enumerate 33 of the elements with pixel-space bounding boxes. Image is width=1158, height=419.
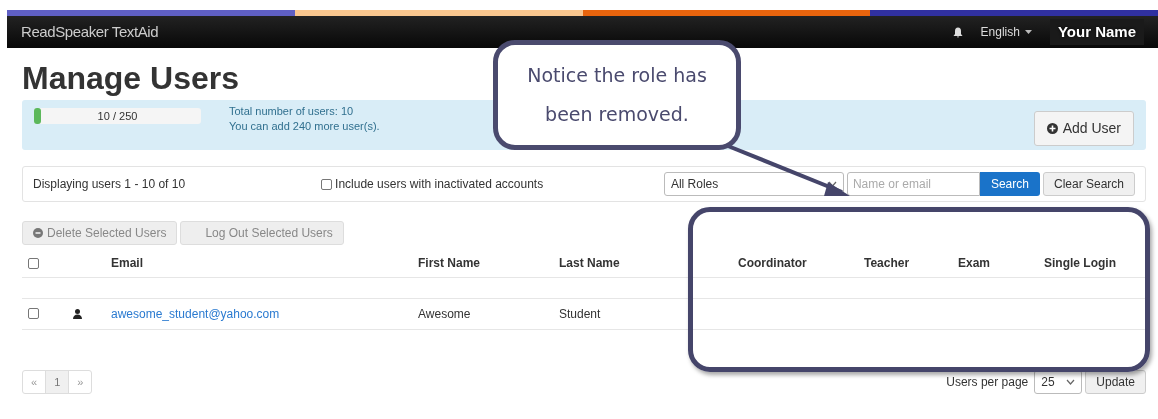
- table-cell: Awesome: [418, 306, 471, 321]
- remaining-users-text: You can add 240 more user(s).: [229, 119, 380, 134]
- email-link[interactable]: awesome_student@yahoo.com: [111, 306, 280, 321]
- person-icon: [73, 308, 82, 319]
- per-page-label: Users per page: [946, 373, 1029, 391]
- language-dropdown[interactable]: English: [980, 23, 1032, 41]
- column-header: Teacher: [864, 255, 910, 270]
- table-cell: Student: [559, 306, 601, 321]
- callout-text: Notice the role has been removed.: [527, 63, 707, 127]
- quota-label: 10 / 250: [97, 108, 138, 124]
- select-all-checkbox[interactable]: [28, 258, 39, 270]
- search-field[interactable]: Name or email: [846, 172, 980, 196]
- chevron-down-icon: [1066, 378, 1076, 385]
- clear-search-button[interactable]: Clear Search: [1042, 172, 1135, 196]
- search-button[interactable]: Search: [979, 172, 1040, 196]
- total-users-text: Total number of users: 10: [229, 104, 355, 119]
- page-link[interactable]: 1: [46, 370, 70, 393]
- add-user-button[interactable]: Add User: [1033, 111, 1134, 146]
- plus-circle-icon: [1046, 123, 1058, 134]
- column-header: First Name: [418, 255, 481, 270]
- minus-circle-icon: [33, 228, 43, 238]
- bell-icon[interactable]: [952, 26, 963, 38]
- displaying-count: Displaying users 1 - 10 of 10: [33, 176, 186, 193]
- column-header: Coordinator: [738, 255, 807, 270]
- caret-icon: [1024, 30, 1032, 34]
- row-checkbox[interactable]: [28, 308, 39, 319]
- column-header: Single Login: [1044, 255, 1116, 270]
- brand-name[interactable]: ReadSpeaker TextAid: [21, 20, 159, 44]
- column-header: Last Name: [559, 255, 620, 270]
- column-header: Exam: [958, 255, 991, 270]
- page-title: Manage Users: [22, 62, 239, 94]
- user-name[interactable]: Your Name: [1049, 18, 1144, 46]
- column-header: Email: [111, 255, 143, 270]
